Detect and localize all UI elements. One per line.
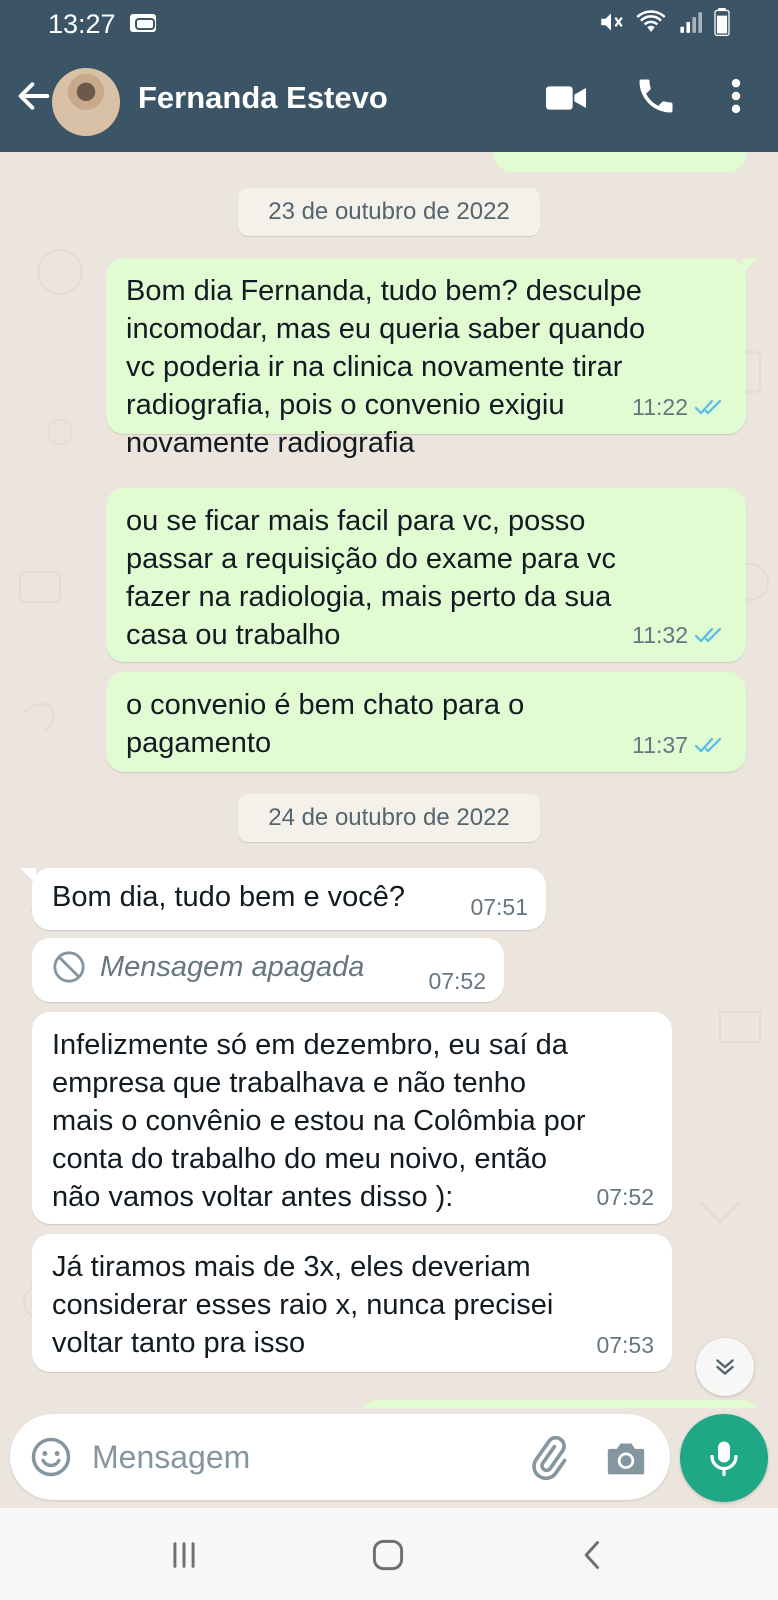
message-bubble-outgoing[interactable]: o convenio é bem chato para o pagamento … xyxy=(106,672,746,772)
battery-icon xyxy=(714,8,730,36)
deleted-message-icon xyxy=(53,951,85,983)
voice-message-button[interactable] xyxy=(680,1414,768,1502)
scroll-to-bottom-button[interactable] xyxy=(696,1338,754,1396)
message-time: 11:37 xyxy=(632,732,688,758)
message-bubble-outgoing[interactable]: Bom dia Fernanda, tudo bem? desculpe inc… xyxy=(106,258,758,459)
message-text: Infelizmente só em dezembro, eu saí da e… xyxy=(52,1029,586,1213)
message-meta: 11:22 xyxy=(632,388,726,426)
contact-name[interactable]: Fernanda Estevo xyxy=(138,80,388,116)
mic-icon xyxy=(710,1441,738,1477)
back-arrow-icon[interactable] xyxy=(14,76,54,116)
attach-icon[interactable] xyxy=(526,1436,570,1480)
chat-area[interactable]: 23 de outubro de 2022 Bom dia Fernanda, … xyxy=(0,152,778,1408)
read-ticks-icon xyxy=(694,737,722,753)
message-time: 07:51 xyxy=(470,894,528,920)
message-text: Mensagem apagada xyxy=(100,951,365,983)
message-bubble-incoming[interactable]: Infelizmente só em dezembro, eu saí da e… xyxy=(32,1012,672,1224)
voicemail-icon xyxy=(130,14,156,32)
message-input[interactable] xyxy=(92,1434,512,1480)
message-time: 11:22 xyxy=(632,394,688,420)
message-time: 07:53 xyxy=(596,1332,654,1358)
message-bubble-incoming[interactable]: Já tiramos mais de 3x, eles deveriam con… xyxy=(32,1234,672,1372)
message-bubble-partial xyxy=(360,1400,760,1408)
video-call-icon[interactable] xyxy=(544,78,588,118)
message-meta: 07:52 xyxy=(428,962,486,1000)
message-meta: 11:32 xyxy=(632,616,726,654)
message-time: 07:52 xyxy=(428,968,486,994)
message-text: Bom dia, tudo bem e você? xyxy=(52,881,406,913)
recent-apps-icon[interactable] xyxy=(166,1538,202,1572)
status-time: 13:27 xyxy=(48,9,116,39)
voice-call-icon[interactable] xyxy=(634,74,678,118)
message-meta: 07:53 xyxy=(596,1326,654,1364)
message-composer xyxy=(10,1414,670,1500)
message-meta: 07:51 xyxy=(470,888,528,926)
chat-header: Fernanda Estevo xyxy=(0,46,778,152)
message-time: 11:32 xyxy=(632,622,688,648)
more-options-icon[interactable] xyxy=(720,74,752,118)
emoji-icon[interactable] xyxy=(30,1436,72,1478)
mute-icon xyxy=(601,13,623,31)
status-bar: 13:27 xyxy=(0,0,778,46)
status-icons xyxy=(598,8,730,36)
date-separator: 23 de outubro de 2022 xyxy=(238,188,540,236)
message-bubble-partial xyxy=(494,152,746,172)
message-bubble-outgoing[interactable]: ou se ficar mais facil para vc, posso pa… xyxy=(106,488,746,662)
message-text: Bom dia Fernanda, tudo bem? desculpe inc… xyxy=(126,275,646,459)
double-chevron-down-icon xyxy=(716,1359,734,1376)
message-bubble-incoming[interactable]: Bom dia, tudo bem e você? 07:51 xyxy=(20,868,546,930)
camera-icon[interactable] xyxy=(604,1438,648,1478)
message-meta: 07:52 xyxy=(596,1178,654,1216)
date-separator: 24 de outubro de 2022 xyxy=(238,794,540,842)
back-icon[interactable] xyxy=(578,1538,608,1572)
system-nav-bar xyxy=(0,1508,778,1600)
read-ticks-icon xyxy=(694,399,722,415)
home-icon[interactable] xyxy=(370,1538,406,1572)
signal-icon xyxy=(680,12,702,33)
message-time: 07:52 xyxy=(596,1184,654,1210)
avatar[interactable] xyxy=(52,68,120,136)
message-meta: 11:37 xyxy=(632,726,726,764)
read-ticks-icon xyxy=(694,627,722,643)
message-bubble-incoming-deleted[interactable]: Mensagem apagada 07:52 xyxy=(32,938,504,1002)
message-text: Já tiramos mais de 3x, eles deveriam con… xyxy=(52,1251,554,1359)
wifi-icon xyxy=(636,10,666,32)
